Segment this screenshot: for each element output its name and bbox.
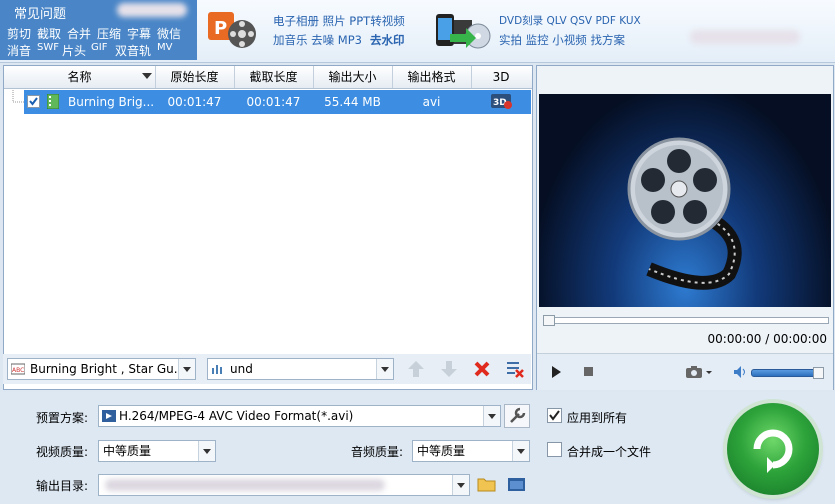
preset-select[interactable]: H.264/MPEG-4 AVC Video Format(*.avi) xyxy=(98,405,501,427)
promo1-line2[interactable]: 加音乐 去噪 MP3 xyxy=(273,32,362,48)
preset-label: 预置方案: xyxy=(36,411,89,425)
check-icon xyxy=(549,410,560,421)
quick-link-gif[interactable]: GIF xyxy=(91,42,107,53)
top-banner: 常见问题 剪切 截取 合并 压缩 字幕 微信 消音 SWF 片头 GIF 双音轨… xyxy=(0,0,835,63)
video-format-icon xyxy=(102,410,116,422)
quick-link-trim[interactable]: 截取 xyxy=(37,25,61,42)
column-3d[interactable]: 3D xyxy=(471,66,531,88)
column-clip-length[interactable]: 截取长度 xyxy=(234,66,314,88)
output-size: 55.44 MB xyxy=(324,95,381,109)
video-quality-select[interactable]: 中等质量 xyxy=(98,440,216,462)
blurred-area xyxy=(690,30,800,44)
preset-select-value: H.264/MPEG-4 AVC Video Format(*.avi) xyxy=(119,409,354,423)
play-icon[interactable] xyxy=(551,366,561,378)
check-icon xyxy=(29,97,38,106)
quick-link-compress[interactable]: 压缩 xyxy=(97,25,121,42)
move-down-icon[interactable] xyxy=(440,360,458,378)
quick-link-subtitle[interactable]: 字幕 xyxy=(127,25,151,42)
audio-quality-label: 音频质量: xyxy=(351,445,404,459)
chevron-down-icon xyxy=(512,441,529,461)
quick-link-mv[interactable]: MV xyxy=(157,42,172,53)
chevron-down-icon xyxy=(198,441,215,461)
snapshot-icon[interactable] xyxy=(686,365,714,379)
promo1-line1[interactable]: 电子相册 照片 PPT转视频 xyxy=(273,13,405,29)
svg-text:ABC: ABC xyxy=(12,367,24,374)
audio-track-icon xyxy=(212,365,222,374)
audio-quality-value: 中等质量 xyxy=(417,444,466,458)
start-convert-button[interactable] xyxy=(727,403,819,495)
column-name[interactable]: 名称 xyxy=(4,66,156,88)
list-toolbar: ABC Burning Bright , Star Gu... und xyxy=(3,354,531,384)
video-preview[interactable] xyxy=(539,94,831,307)
player-controls xyxy=(537,353,833,390)
audio-track-select-value: und xyxy=(230,362,253,376)
quick-link-intro[interactable]: 片头 xyxy=(62,42,86,59)
blurred-path xyxy=(105,479,385,491)
original-length: 00:01:47 xyxy=(167,95,222,109)
sort-arrow-icon xyxy=(142,73,152,79)
quick-link-cut[interactable]: 剪切 xyxy=(7,25,31,42)
column-output-format[interactable]: 输出格式 xyxy=(392,66,472,88)
clip-length: 00:01:47 xyxy=(246,95,301,109)
column-name-label: 名称 xyxy=(67,70,92,84)
list-header: 名称 原始长度 截取长度 输出大小 输出格式 3D xyxy=(4,66,532,89)
volume-slider[interactable] xyxy=(751,367,824,379)
clear-list-icon[interactable] xyxy=(506,360,524,378)
apply-all-checkbox[interactable] xyxy=(547,408,562,423)
time-display: 00:00:00 / 00:00:00 xyxy=(707,332,827,346)
promo2-line2[interactable]: 实拍 监控 小视频 找方案 xyxy=(499,32,625,48)
subtitle-select-value: Burning Bright , Star Gu... xyxy=(30,362,186,376)
film-reel-image xyxy=(627,137,742,290)
chevron-down-icon xyxy=(178,359,195,379)
go-arrow-icon xyxy=(753,429,793,473)
volume-handle[interactable] xyxy=(813,367,824,379)
tree-line-icon xyxy=(12,90,24,103)
blurred-area xyxy=(117,3,187,17)
video-file-icon xyxy=(47,94,59,109)
svg-text:P: P xyxy=(214,18,227,39)
preview-panel: 00:00:00 / 00:00:00 xyxy=(536,65,834,390)
chevron-down-icon xyxy=(452,475,469,495)
faq-title[interactable]: 常见问题 xyxy=(14,3,66,22)
promo2-line1[interactable]: DVD刻录 QLV QSV PDF KUX xyxy=(499,13,641,28)
seek-bar[interactable] xyxy=(543,315,829,326)
promo1-watermark-link[interactable]: 去水印 xyxy=(370,32,405,48)
quick-link-swf[interactable]: SWF xyxy=(37,42,59,53)
video-quality-label: 视频质量: xyxy=(36,445,89,459)
preset-settings-button[interactable] xyxy=(504,404,530,428)
apply-all-label[interactable]: 应用到所有 xyxy=(567,409,627,426)
audio-track-select[interactable]: und xyxy=(207,358,394,380)
quick-link-dual-audio[interactable]: 双音轨 xyxy=(115,42,151,59)
audio-quality-select[interactable]: 中等质量 xyxy=(412,440,530,462)
folder-icon[interactable] xyxy=(477,475,497,493)
stop-icon[interactable] xyxy=(584,367,594,377)
quick-link-mute[interactable]: 消音 xyxy=(7,42,31,59)
column-output-size[interactable]: 输出大小 xyxy=(313,66,393,88)
seek-handle[interactable] xyxy=(543,315,555,326)
column-original-length[interactable]: 原始长度 xyxy=(155,66,235,88)
subtitle-select[interactable]: ABC Burning Bright , Star Gu... xyxy=(7,358,196,380)
ppt-photo-icon[interactable]: P xyxy=(206,10,264,50)
3d-settings-icon[interactable]: 3D xyxy=(491,94,513,109)
phone-dvd-icon[interactable] xyxy=(432,8,492,54)
move-up-icon[interactable] xyxy=(407,360,425,378)
merge-label[interactable]: 合并成一个文件 xyxy=(567,443,651,460)
file-row[interactable]: Burning Brig... 00:01:47 00:01:47 55.44 … xyxy=(24,90,531,114)
video-quality-value: 中等质量 xyxy=(103,444,152,458)
file-list: 名称 原始长度 截取长度 输出大小 输出格式 3D Burning Brig..… xyxy=(3,65,533,390)
subtitle-icon: ABC xyxy=(11,363,25,375)
volume-icon[interactable] xyxy=(733,365,747,379)
delete-icon[interactable] xyxy=(473,360,491,378)
file-row-checkbox[interactable] xyxy=(27,95,40,108)
output-dir-label: 输出目录: xyxy=(36,479,89,493)
merge-checkbox[interactable] xyxy=(547,442,562,457)
chevron-down-icon xyxy=(483,406,500,426)
output-dir-select[interactable] xyxy=(98,474,470,496)
open-folder-icon[interactable] xyxy=(507,475,527,493)
chevron-down-icon xyxy=(376,359,393,379)
quick-link-wechat[interactable]: 微信 xyxy=(157,25,181,42)
quick-link-merge[interactable]: 合并 xyxy=(67,25,91,42)
wrench-icon xyxy=(510,407,526,423)
output-format: avi xyxy=(422,95,441,109)
